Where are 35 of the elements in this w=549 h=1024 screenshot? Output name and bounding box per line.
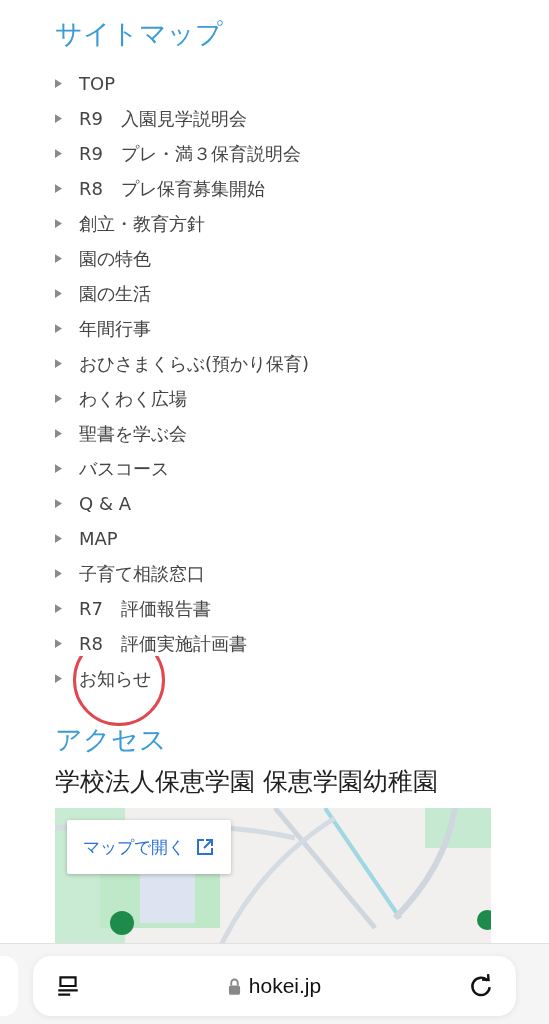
open-map-button[interactable]: マップで開く <box>67 820 231 874</box>
address-bar[interactable]: hokei.jp <box>33 956 516 1016</box>
bullet-icon <box>55 394 62 403</box>
external-link-icon <box>195 837 215 857</box>
url-text: hokei.jp <box>248 974 322 998</box>
lock-icon <box>227 977 241 995</box>
bullet-icon <box>55 184 62 193</box>
bullet-icon <box>55 674 62 683</box>
bullet-icon <box>55 534 62 543</box>
reload-icon[interactable] <box>468 973 494 999</box>
section-title: アクセス <box>55 723 168 757</box>
bullet-icon <box>55 219 62 228</box>
sitemap-link[interactable]: 創立・教育方針 <box>79 211 205 236</box>
section-title: サイトマップ <box>55 17 224 51</box>
bullet-icon <box>55 499 62 508</box>
reader-icon[interactable] <box>55 973 81 999</box>
bullet-icon <box>55 79 62 88</box>
bullet-icon <box>55 464 62 473</box>
bullet-icon <box>55 289 62 298</box>
bullet-icon <box>55 149 62 158</box>
bullet-icon <box>55 114 62 123</box>
bullet-icon <box>55 324 62 333</box>
school-name: 学校法人保恵学園 保恵学園幼稚園 <box>55 766 439 798</box>
bullet-icon <box>55 429 62 438</box>
sitemap-link[interactable]: 子育て相談窓口 <box>79 561 205 586</box>
sitemap-link[interactable]: R8 プレ保育募集開始 <box>79 176 265 201</box>
sitemap-link[interactable]: わくわく広場 <box>79 386 187 411</box>
bullet-icon <box>55 604 62 613</box>
bullet-icon <box>55 639 62 648</box>
bullet-icon <box>55 254 62 263</box>
sitemap-link[interactable]: R9 プレ・満３保育説明会 <box>79 141 301 166</box>
bullet-icon <box>55 569 62 578</box>
sitemap-link[interactable]: おひさまくらぶ(預かり保育) <box>79 351 310 376</box>
bullet-icon <box>55 359 62 368</box>
sitemap-link[interactable]: R8 評価実施計画書 <box>79 631 247 656</box>
